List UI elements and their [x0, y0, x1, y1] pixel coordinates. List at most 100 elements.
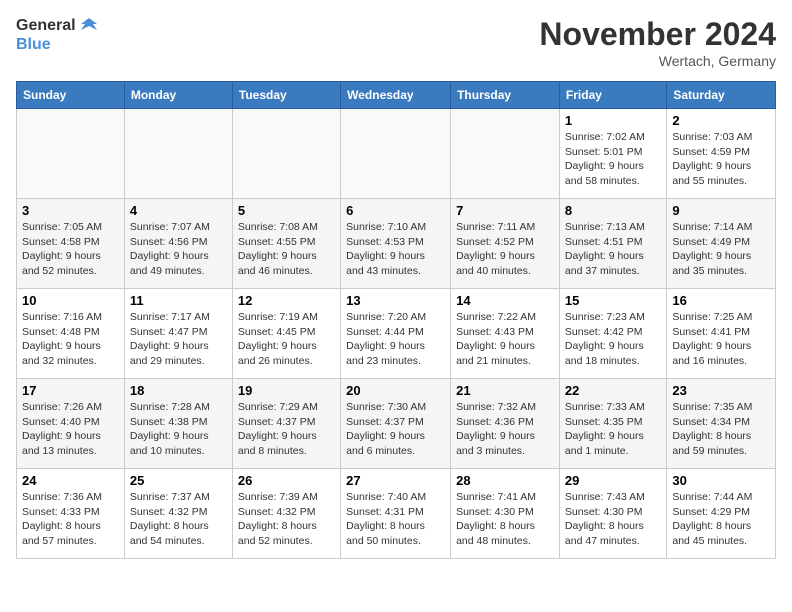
- day-number: 21: [456, 383, 554, 398]
- week-row-4: 17 Sunrise: 7:26 AM Sunset: 4:40 PM Dayli…: [17, 379, 776, 469]
- day-number: 5: [238, 203, 335, 218]
- day-info: Sunrise: 7:29 AM Sunset: 4:37 PM Dayligh…: [238, 400, 335, 459]
- logo-text-blue: Blue: [16, 36, 99, 54]
- col-thursday: Thursday: [451, 82, 560, 109]
- day-cell: 25 Sunrise: 7:37 AM Sunset: 4:32 PM Dayli…: [124, 469, 232, 559]
- day-info: Sunrise: 7:17 AM Sunset: 4:47 PM Dayligh…: [130, 310, 227, 369]
- day-cell: 14Sunrise: 7:22 AM Sunset: 4:43 PM Dayli…: [451, 289, 560, 379]
- col-tuesday: Tuesday: [232, 82, 340, 109]
- day-number: 26: [238, 473, 335, 488]
- day-cell: 1Sunrise: 7:02 AM Sunset: 5:01 PM Daylig…: [559, 109, 666, 199]
- day-info: Sunrise: 7:33 AM Sunset: 4:35 PM Dayligh…: [565, 400, 661, 459]
- day-cell: 21 Sunrise: 7:32 AM Sunset: 4:36 PM Dayli…: [451, 379, 560, 469]
- day-cell: 13 Sunrise: 7:20 AM Sunset: 4:44 PM Dayli…: [341, 289, 451, 379]
- day-number: 29: [565, 473, 661, 488]
- day-info: Sunrise: 7:25 AM Sunset: 4:41 PM Dayligh…: [672, 310, 770, 369]
- day-cell: 6 Sunrise: 7:10 AM Sunset: 4:53 PM Daylig…: [341, 199, 451, 289]
- day-number: 23: [672, 383, 770, 398]
- day-cell: 29 Sunrise: 7:43 AM Sunset: 4:30 PM Dayli…: [559, 469, 666, 559]
- day-cell: 20 Sunrise: 7:30 AM Sunset: 4:37 PM Dayli…: [341, 379, 451, 469]
- day-number: 10: [22, 293, 119, 308]
- day-info: Sunrise: 7:22 AM Sunset: 4:43 PM Dayligh…: [456, 310, 554, 369]
- logo-text-general: General: [16, 17, 76, 35]
- day-number: 22: [565, 383, 661, 398]
- logo: General Blue: [16, 16, 99, 54]
- day-info: Sunrise: 7:19 AM Sunset: 4:45 PM Dayligh…: [238, 310, 335, 369]
- day-number: 4: [130, 203, 227, 218]
- day-info: Sunrise: 7:23 AM Sunset: 4:42 PM Dayligh…: [565, 310, 661, 369]
- day-info: Sunrise: 7:20 AM Sunset: 4:44 PM Dayligh…: [346, 310, 445, 369]
- day-cell: 19 Sunrise: 7:29 AM Sunset: 4:37 PM Dayli…: [232, 379, 340, 469]
- day-number: 15: [565, 293, 661, 308]
- header: General Blue November 2024 Wertach, Germ…: [16, 16, 776, 69]
- day-info: Sunrise: 7:11 AM Sunset: 4:52 PM Dayligh…: [456, 220, 554, 279]
- day-info: Sunrise: 7:43 AM Sunset: 4:30 PM Dayligh…: [565, 490, 661, 549]
- day-number: 24: [22, 473, 119, 488]
- col-wednesday: Wednesday: [341, 82, 451, 109]
- day-info: Sunrise: 7:05 AM Sunset: 4:58 PM Dayligh…: [22, 220, 119, 279]
- day-cell: 4 Sunrise: 7:07 AM Sunset: 4:56 PM Daylig…: [124, 199, 232, 289]
- day-number: 19: [238, 383, 335, 398]
- day-info: Sunrise: 7:41 AM Sunset: 4:30 PM Dayligh…: [456, 490, 554, 549]
- col-monday: Monday: [124, 82, 232, 109]
- day-cell: 8Sunrise: 7:13 AM Sunset: 4:51 PM Daylig…: [559, 199, 666, 289]
- location-title: Wertach, Germany: [539, 53, 776, 69]
- day-cell: [232, 109, 340, 199]
- day-cell: [341, 109, 451, 199]
- day-info: Sunrise: 7:08 AM Sunset: 4:55 PM Dayligh…: [238, 220, 335, 279]
- day-info: Sunrise: 7:30 AM Sunset: 4:37 PM Dayligh…: [346, 400, 445, 459]
- day-info: Sunrise: 7:26 AM Sunset: 4:40 PM Dayligh…: [22, 400, 119, 459]
- day-number: 20: [346, 383, 445, 398]
- day-info: Sunrise: 7:40 AM Sunset: 4:31 PM Dayligh…: [346, 490, 445, 549]
- day-cell: 5 Sunrise: 7:08 AM Sunset: 4:55 PM Daylig…: [232, 199, 340, 289]
- day-cell: 30 Sunrise: 7:44 AM Sunset: 4:29 PM Dayli…: [667, 469, 776, 559]
- day-info: Sunrise: 7:03 AM Sunset: 4:59 PM Dayligh…: [672, 130, 770, 189]
- day-number: 25: [130, 473, 227, 488]
- day-number: 27: [346, 473, 445, 488]
- day-cell: 24 Sunrise: 7:36 AM Sunset: 4:33 PM Dayli…: [17, 469, 125, 559]
- day-cell: 18Sunrise: 7:28 AM Sunset: 4:38 PM Dayli…: [124, 379, 232, 469]
- day-number: 17: [22, 383, 119, 398]
- day-cell: 9Sunrise: 7:14 AM Sunset: 4:49 PM Daylig…: [667, 199, 776, 289]
- day-number: 28: [456, 473, 554, 488]
- logo-bird-icon: [79, 16, 99, 36]
- day-cell: 28 Sunrise: 7:41 AM Sunset: 4:30 PM Dayli…: [451, 469, 560, 559]
- week-row-2: 3 Sunrise: 7:05 AM Sunset: 4:58 PM Daylig…: [17, 199, 776, 289]
- week-row-5: 24 Sunrise: 7:36 AM Sunset: 4:33 PM Dayli…: [17, 469, 776, 559]
- day-info: Sunrise: 7:32 AM Sunset: 4:36 PM Dayligh…: [456, 400, 554, 459]
- day-cell: 26Sunrise: 7:39 AM Sunset: 4:32 PM Dayli…: [232, 469, 340, 559]
- day-number: 11: [130, 293, 227, 308]
- day-cell: 10 Sunrise: 7:16 AM Sunset: 4:48 PM Dayli…: [17, 289, 125, 379]
- day-cell: 11 Sunrise: 7:17 AM Sunset: 4:47 PM Dayli…: [124, 289, 232, 379]
- day-info: Sunrise: 7:36 AM Sunset: 4:33 PM Dayligh…: [22, 490, 119, 549]
- day-cell: [17, 109, 125, 199]
- day-cell: 3 Sunrise: 7:05 AM Sunset: 4:58 PM Daylig…: [17, 199, 125, 289]
- day-cell: [124, 109, 232, 199]
- day-info: Sunrise: 7:37 AM Sunset: 4:32 PM Dayligh…: [130, 490, 227, 549]
- day-cell: [451, 109, 560, 199]
- day-number: 13: [346, 293, 445, 308]
- col-sunday: Sunday: [17, 82, 125, 109]
- day-number: 12: [238, 293, 335, 308]
- day-number: 9: [672, 203, 770, 218]
- day-cell: 7Sunrise: 7:11 AM Sunset: 4:52 PM Daylig…: [451, 199, 560, 289]
- day-info: Sunrise: 7:44 AM Sunset: 4:29 PM Dayligh…: [672, 490, 770, 549]
- day-cell: 17 Sunrise: 7:26 AM Sunset: 4:40 PM Dayli…: [17, 379, 125, 469]
- day-info: Sunrise: 7:10 AM Sunset: 4:53 PM Dayligh…: [346, 220, 445, 279]
- col-friday: Friday: [559, 82, 666, 109]
- day-cell: 2Sunrise: 7:03 AM Sunset: 4:59 PM Daylig…: [667, 109, 776, 199]
- day-number: 6: [346, 203, 445, 218]
- day-info: Sunrise: 7:07 AM Sunset: 4:56 PM Dayligh…: [130, 220, 227, 279]
- month-title: November 2024: [539, 16, 776, 53]
- day-info: Sunrise: 7:28 AM Sunset: 4:38 PM Dayligh…: [130, 400, 227, 459]
- day-info: Sunrise: 7:16 AM Sunset: 4:48 PM Dayligh…: [22, 310, 119, 369]
- calendar-header-row: Sunday Monday Tuesday Wednesday Thursday…: [17, 82, 776, 109]
- day-cell: 27 Sunrise: 7:40 AM Sunset: 4:31 PM Dayli…: [341, 469, 451, 559]
- day-number: 30: [672, 473, 770, 488]
- day-cell: 12 Sunrise: 7:19 AM Sunset: 4:45 PM Dayli…: [232, 289, 340, 379]
- week-row-3: 10 Sunrise: 7:16 AM Sunset: 4:48 PM Dayli…: [17, 289, 776, 379]
- day-number: 3: [22, 203, 119, 218]
- day-number: 1: [565, 113, 661, 128]
- day-cell: 16Sunrise: 7:25 AM Sunset: 4:41 PM Dayli…: [667, 289, 776, 379]
- day-cell: 22 Sunrise: 7:33 AM Sunset: 4:35 PM Dayli…: [559, 379, 666, 469]
